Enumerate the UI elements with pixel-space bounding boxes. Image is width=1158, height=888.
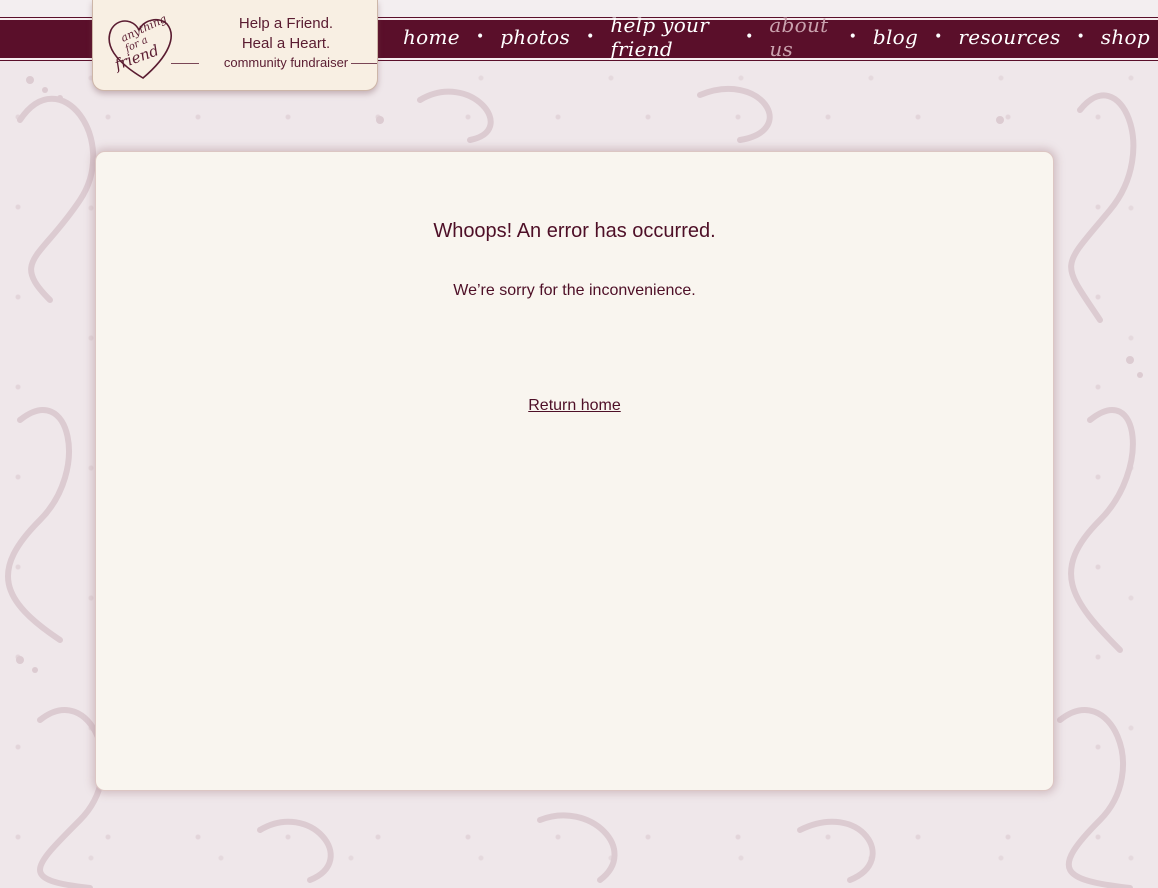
return-home-container: Return home xyxy=(96,397,1053,415)
nav-item-about-us[interactable]: about us xyxy=(761,13,840,61)
tagline-line-3: community fundraiser xyxy=(223,55,349,70)
nav-separator: • xyxy=(745,29,754,45)
nav-item-resources[interactable]: resources xyxy=(950,25,1068,49)
nav-item-shop[interactable]: shop xyxy=(1093,25,1158,49)
logo[interactable]: anything for a friend Help a Friend. Hea… xyxy=(92,0,378,91)
nav-separator: • xyxy=(934,29,943,45)
tagline-line-1: Help a Friend. xyxy=(238,15,334,32)
logo-rule-right xyxy=(351,63,377,64)
nav-separator: • xyxy=(1076,29,1085,45)
nav-separator: • xyxy=(586,29,595,45)
return-home-link[interactable]: Return home xyxy=(528,397,621,414)
logo-rule-left xyxy=(171,63,199,64)
nav-item-help-your-friend[interactable]: help your friend xyxy=(602,13,737,61)
error-panel: Whoops! An error has occurred. We’re sor… xyxy=(95,151,1054,791)
error-message: We’re sorry for the inconvenience. xyxy=(453,282,696,299)
main-nav: home • photos • help your friend • about… xyxy=(395,13,1158,61)
nav-item-photos[interactable]: photos xyxy=(492,25,578,49)
nav-item-home[interactable]: home xyxy=(395,25,468,49)
nav-separator: • xyxy=(848,29,857,45)
nav-separator: • xyxy=(475,29,485,45)
tagline-line-2: Heal a Heart. xyxy=(241,35,331,52)
nav-item-blog[interactable]: blog xyxy=(865,25,926,49)
error-title: Whoops! An error has occurred. xyxy=(433,220,716,242)
tagline: Help a Friend. Heal a Heart. community f… xyxy=(201,14,371,72)
heart-logo-icon: anything for a friend xyxy=(108,12,172,79)
